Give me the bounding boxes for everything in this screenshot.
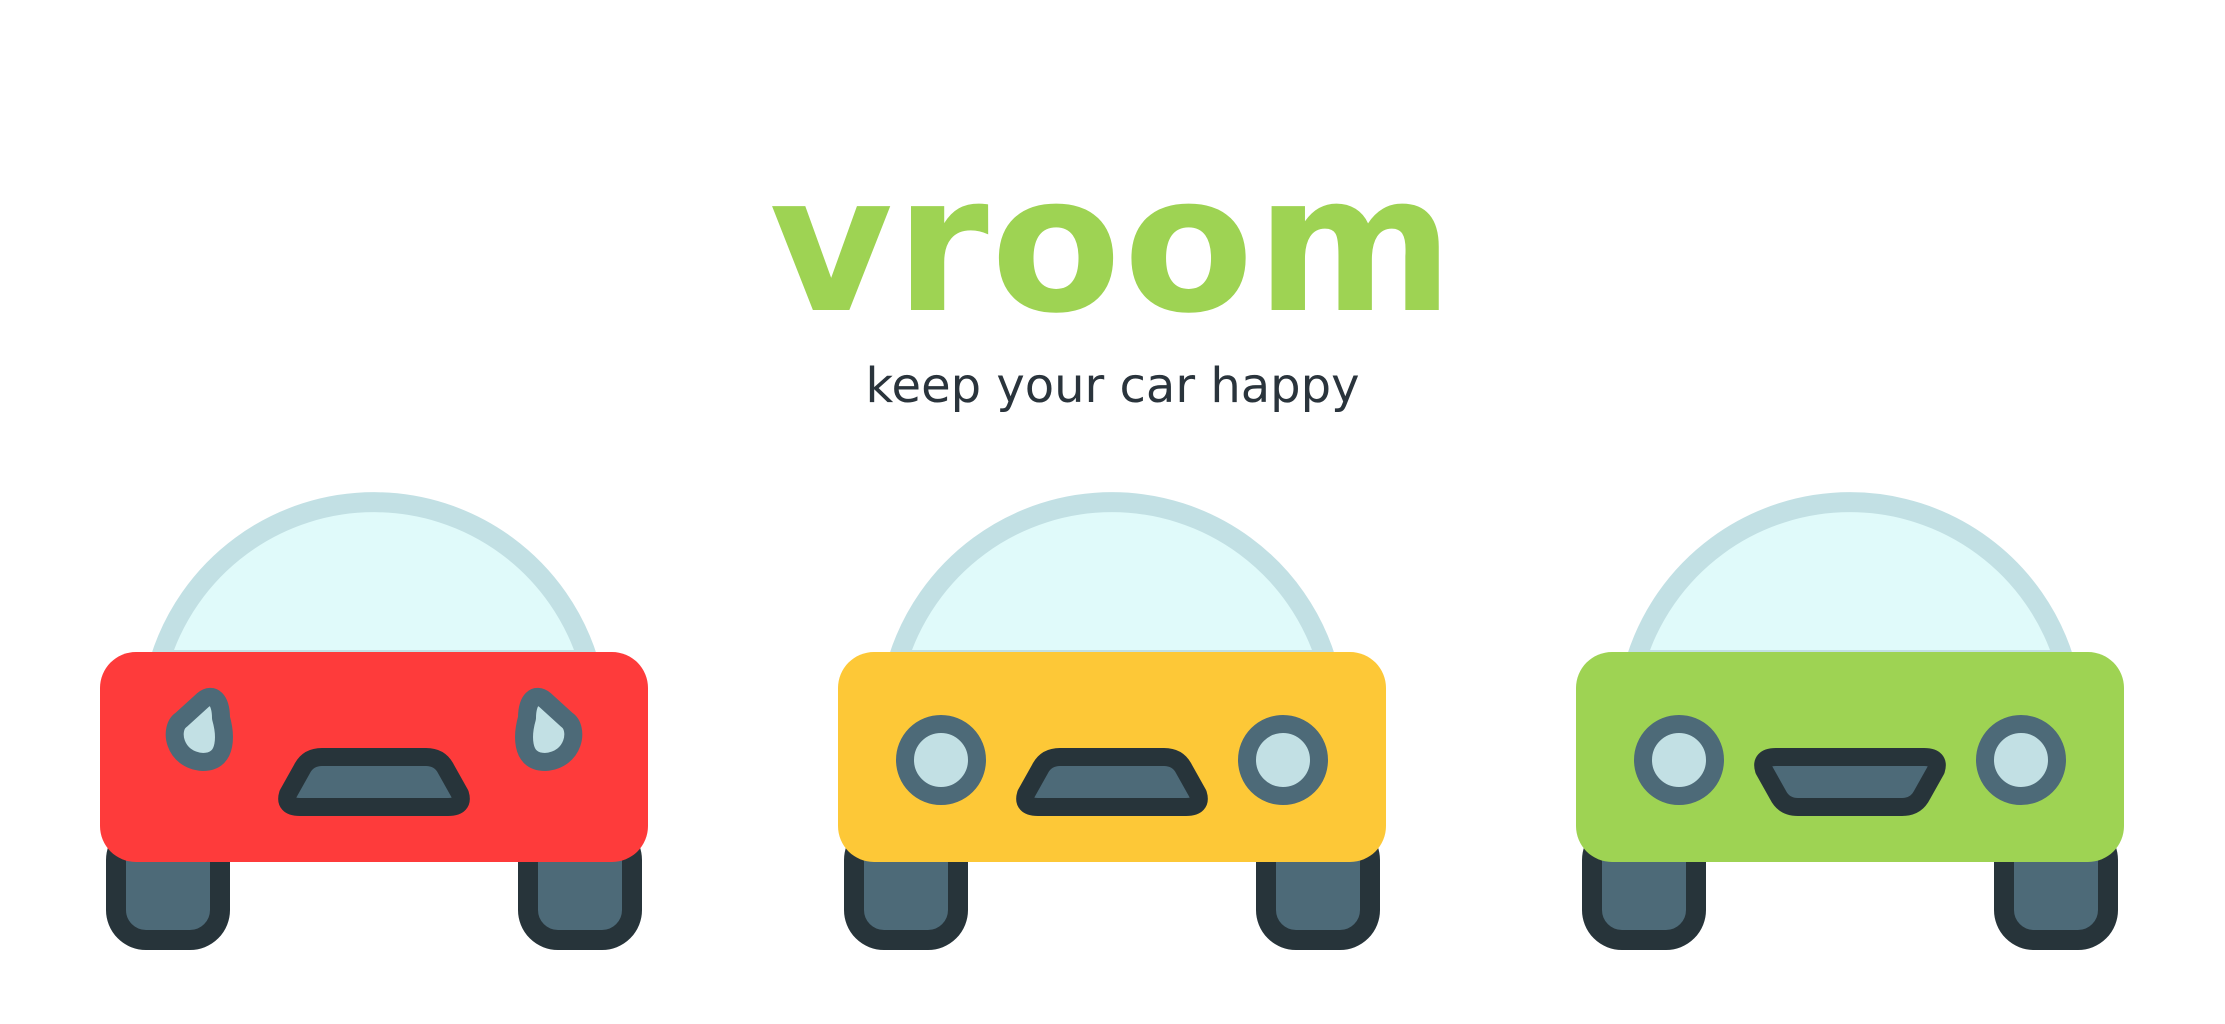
grille [278,748,470,816]
hero-section: vroom keep your car happy [0,0,2225,1024]
grille [1754,748,1946,816]
left-headlight [896,715,986,805]
happy-car-icon [1576,492,2124,950]
right-headlight [1976,715,2066,805]
left-headlight [1634,715,1724,805]
grille [1016,748,1208,816]
crying-car-icon [100,492,648,950]
windshield [146,492,602,670]
neutral-car-icon [838,492,1386,950]
cars-illustration [100,492,2124,950]
right-headlight [1238,715,1328,805]
windshield [884,492,1340,670]
windshield [1622,492,2078,670]
